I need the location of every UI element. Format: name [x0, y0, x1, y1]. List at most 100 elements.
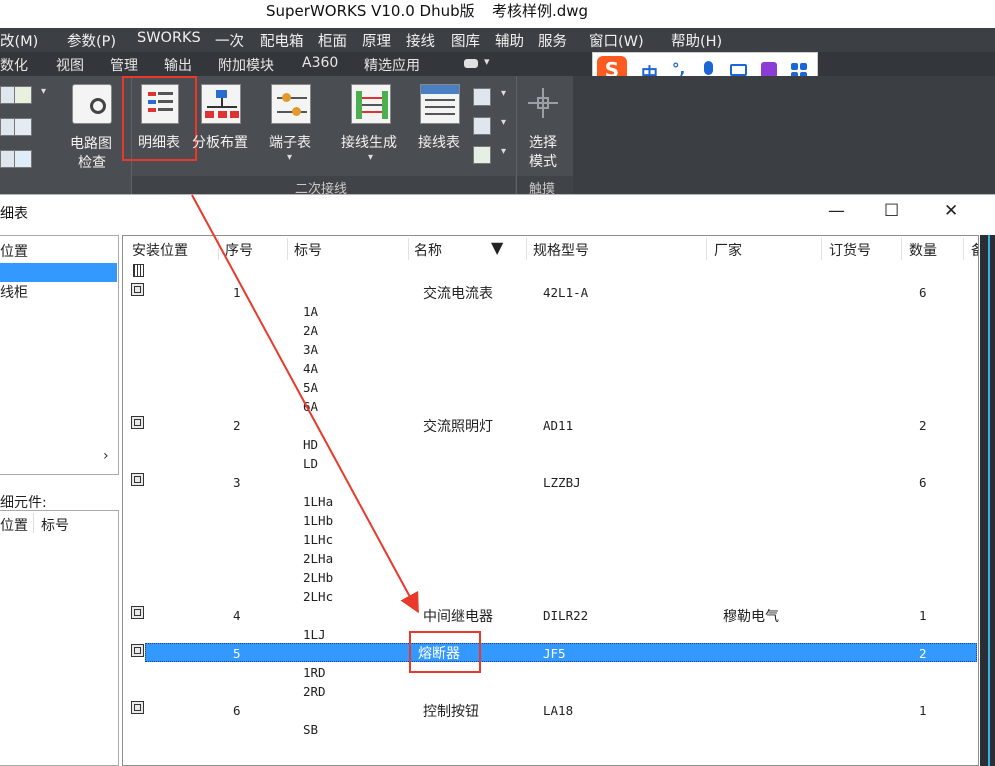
- tab-manage[interactable]: 管理: [110, 55, 138, 75]
- chart-icon[interactable]: [14, 86, 32, 104]
- image-icon[interactable]: [14, 150, 32, 168]
- wiring-gen-button[interactable]: 接线生成: [341, 132, 397, 152]
- terminal-table-button[interactable]: 端子表: [269, 132, 311, 152]
- maximize-icon[interactable]: ☐: [884, 201, 899, 221]
- component-icon[interactable]: [131, 701, 144, 714]
- tab-featured-apps[interactable]: 精选应用: [364, 55, 420, 75]
- ribbon-small-tool-2-icon[interactable]: [473, 117, 491, 135]
- small-tool-1-dropdown-icon[interactable]: ▾: [501, 88, 506, 99]
- tab-toggle-icon[interactable]: [464, 59, 478, 68]
- col-header-order-no[interactable]: 订货号: [829, 240, 871, 260]
- row-tag: 2LHa: [303, 551, 334, 566]
- wiring-gen-icon[interactable]: [351, 84, 391, 124]
- file-title: 考核样例.dwg: [492, 2, 589, 20]
- row-qty: 6: [919, 475, 927, 490]
- menu-window[interactable]: 窗口(W): [589, 30, 644, 51]
- menu-sworks[interactable]: SWORKS: [137, 30, 201, 46]
- row-seq: 2: [233, 418, 241, 433]
- wiring-table-button[interactable]: 接线表: [418, 132, 460, 152]
- small-tool-3-dropdown-icon[interactable]: ▾: [501, 146, 506, 157]
- small-tool-2-dropdown-icon[interactable]: ▾: [501, 117, 506, 128]
- ribbon-small-tool-3-icon[interactable]: [473, 146, 491, 164]
- components-col-tag[interactable]: 标号: [41, 515, 69, 535]
- row-tag: HD: [303, 437, 319, 452]
- row-model: 42L1-A: [543, 285, 589, 300]
- close-icon[interactable]: ✕: [944, 201, 958, 221]
- location-tree-item-selected[interactable]: [0, 263, 117, 282]
- crosshair-icon[interactable]: [528, 88, 558, 118]
- menu-params[interactable]: 参数(P): [67, 30, 116, 51]
- select-mode-label-2[interactable]: 模式: [529, 151, 557, 171]
- location-tree-item-cabinet[interactable]: 线柜: [0, 282, 28, 302]
- sort-desc-icon[interactable]: ▼: [491, 238, 503, 257]
- components-col-location[interactable]: 位置: [0, 515, 28, 535]
- board-layout-button[interactable]: 分板布置: [192, 132, 248, 152]
- row-tag: 2RD: [303, 684, 326, 699]
- row-maker: 穆勒电气: [723, 609, 779, 625]
- wiring-table-icon[interactable]: [420, 84, 460, 124]
- col-header-name[interactable]: 名称: [414, 240, 442, 260]
- menu-modify[interactable]: 改(M): [0, 30, 38, 51]
- keyboard-icon[interactable]: [730, 64, 747, 76]
- ribbon-small-tool-1-icon[interactable]: [473, 88, 491, 106]
- tab-dropdown-icon[interactable]: ▾: [484, 55, 490, 68]
- ribbon-tab-bar: 数化 视图 管理 输出 附加模块 A360 精选应用 ▾: [0, 52, 995, 76]
- row-name: 交流电流表: [423, 286, 493, 302]
- menu-cabinet[interactable]: 柜面: [318, 30, 347, 51]
- col-header-location[interactable]: 安装位置: [132, 240, 188, 260]
- col-header-model[interactable]: 规格型号: [533, 240, 589, 260]
- tab-output[interactable]: 输出: [164, 55, 192, 75]
- row-tag: 4A: [303, 361, 319, 376]
- circuit-check-label-1[interactable]: 电路图: [70, 133, 112, 153]
- component-icon[interactable]: [131, 283, 144, 296]
- component-icon[interactable]: [131, 644, 144, 657]
- col-header-note[interactable]: 备: [971, 240, 978, 260]
- row-seq: 6: [233, 703, 241, 718]
- row-tag: 2A: [303, 323, 319, 338]
- row-tag: 1LJ: [303, 627, 326, 642]
- component-icon[interactable]: [131, 473, 144, 486]
- tab-digital[interactable]: 数化: [0, 55, 28, 75]
- cabinet-root-icon[interactable]: [133, 264, 144, 277]
- row-model: LA18: [543, 703, 574, 718]
- col-header-qty[interactable]: 数量: [909, 240, 937, 260]
- circuit-check-label-2[interactable]: 检查: [78, 152, 106, 172]
- menu-wiring[interactable]: 接线: [406, 30, 435, 51]
- row-model: LZZBJ: [543, 475, 581, 490]
- menu-help[interactable]: 帮助(H): [671, 30, 722, 51]
- row-tag: 1LHa: [303, 494, 334, 509]
- row-qty: 1: [919, 608, 927, 623]
- row-qty: 1: [919, 703, 927, 718]
- bar-grid-icon[interactable]: [14, 118, 32, 136]
- drawing-area-strip: [980, 235, 995, 766]
- row-name: 中间继电器: [423, 609, 493, 625]
- drawing-area-background: [573, 76, 995, 196]
- detail-table-dialog: 细表 — ☐ ✕ 位置 线柜 › 细元件: 位置 标号 安装位置 序号 标号 名…: [0, 194, 995, 766]
- component-icon[interactable]: [131, 606, 144, 619]
- board-layout-icon[interactable]: [201, 84, 241, 124]
- tab-addons[interactable]: 附加模块: [218, 55, 274, 75]
- menu-schematic[interactable]: 原理: [362, 30, 391, 51]
- location-tree-header: 位置: [0, 244, 28, 260]
- menu-primary[interactable]: 一次: [215, 30, 244, 51]
- terminal-table-icon[interactable]: [271, 84, 311, 124]
- menu-distbox[interactable]: 配电箱: [260, 30, 304, 51]
- circuit-check-icon[interactable]: [72, 84, 112, 124]
- col-header-seq[interactable]: 序号: [225, 240, 253, 260]
- scroll-right-icon[interactable]: ›: [103, 448, 109, 464]
- tab-a360[interactable]: A360: [302, 55, 338, 71]
- component-icon[interactable]: [131, 416, 144, 429]
- microphone-icon[interactable]: [704, 61, 713, 75]
- wiring-gen-dropdown-icon[interactable]: ▾: [368, 152, 373, 163]
- col-header-maker[interactable]: 厂家: [714, 240, 742, 260]
- col-header-tag[interactable]: 标号: [294, 240, 322, 260]
- row-tag: 1A: [303, 304, 319, 319]
- menu-service[interactable]: 服务: [538, 30, 567, 51]
- tab-view[interactable]: 视图: [56, 55, 84, 75]
- terminal-table-dropdown-icon[interactable]: ▾: [287, 152, 292, 163]
- menu-library[interactable]: 图库: [451, 30, 480, 51]
- select-mode-label-1[interactable]: 选择: [529, 132, 557, 152]
- minimize-icon[interactable]: —: [828, 201, 845, 221]
- menu-assist[interactable]: 辅助: [495, 30, 524, 51]
- chevron-down-icon[interactable]: ▾: [41, 86, 46, 97]
